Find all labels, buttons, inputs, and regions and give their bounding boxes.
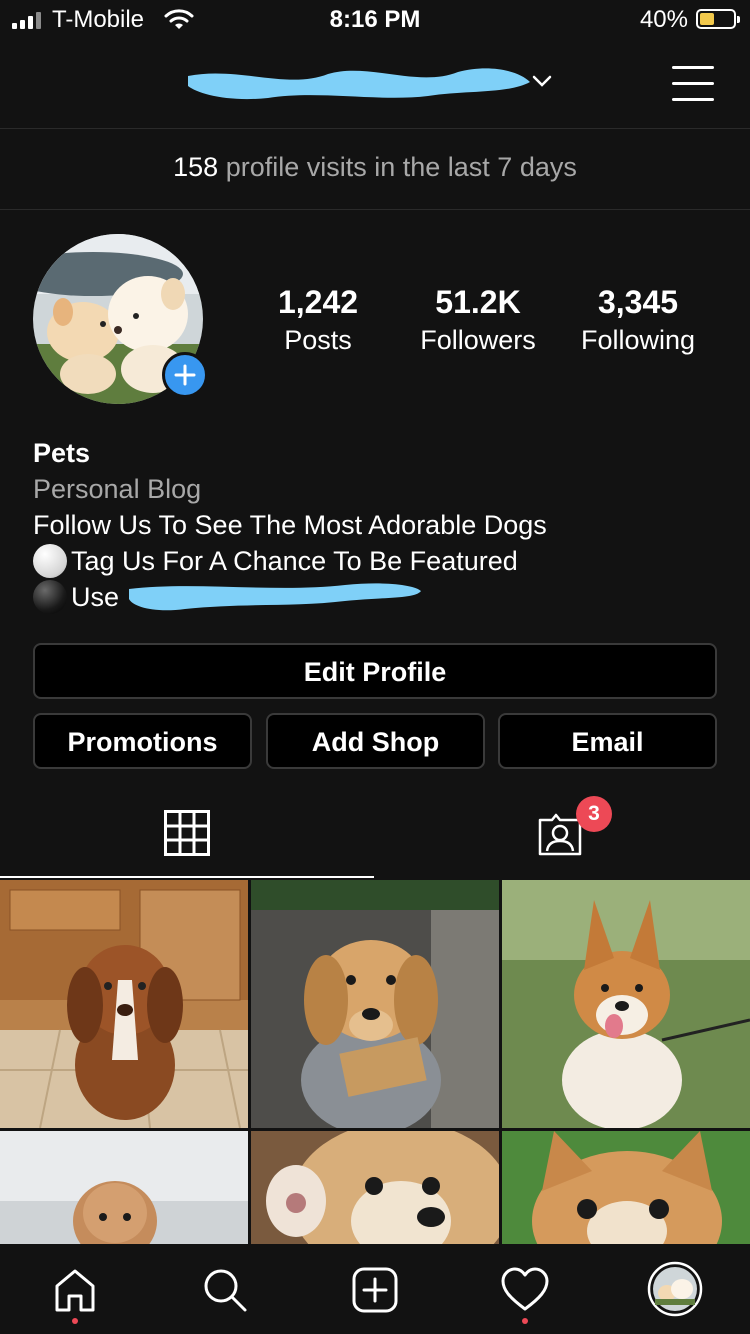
status-bar: T-Mobile 8:16 PM 40% (0, 0, 750, 40)
grid-post[interactable] (0, 880, 248, 1128)
add-story-button[interactable] (162, 352, 208, 398)
nav-activity[interactable] (450, 1244, 600, 1334)
grid-post[interactable] (251, 880, 499, 1128)
plus-icon (174, 364, 196, 386)
heart-icon (501, 1267, 549, 1311)
photo-grid (0, 880, 750, 1244)
clock: 8:16 PM (329, 6, 421, 33)
following-label: Following (580, 325, 696, 355)
grid-post[interactable] (0, 1131, 248, 1244)
visits-text: profile visits in the last 7 days (218, 152, 577, 182)
posts-stat[interactable]: 1,242 Posts (233, 282, 403, 358)
nav-profile[interactable] (600, 1244, 750, 1334)
grid-icon (164, 810, 210, 856)
home-notification-dot (72, 1318, 78, 1324)
new-post-icon (352, 1267, 398, 1313)
grid-post[interactable] (502, 880, 750, 1128)
tab-grid[interactable] (0, 790, 374, 878)
bio-line-3-text: Use (71, 582, 120, 612)
profile-visits-banner[interactable]: 158 profile visits in the last 7 days (0, 129, 750, 210)
posts-label: Posts (284, 325, 352, 355)
visits-count: 158 (173, 152, 219, 182)
profile-avatar (647, 1261, 703, 1317)
activity-notification-dot (522, 1318, 528, 1324)
account-switch-chevron-icon[interactable] (532, 74, 552, 88)
hashtag-redaction[interactable] (125, 577, 425, 617)
tagged-notification-badge: 3 (576, 796, 612, 832)
battery-percent: 40% (639, 6, 688, 33)
hamburger-icon[interactable] (672, 64, 714, 104)
battery-icon (696, 9, 740, 29)
home-icon (55, 1269, 95, 1312)
edit-profile-button[interactable]: Edit Profile (33, 643, 717, 699)
tab-tagged[interactable] (376, 790, 750, 878)
bottom-tab-bar (0, 1244, 750, 1334)
bio-line-3: Use (33, 579, 733, 615)
followers-count: 51.2K (435, 284, 521, 320)
bio-line-1: Follow Us To See The Most Adorable Dogs (33, 510, 547, 540)
followers-stat[interactable]: 51.2K Followers (393, 282, 563, 358)
following-count: 3,345 (597, 284, 679, 320)
bio-line-2: Tag Us For A Chance To Be Featured (33, 543, 733, 579)
black-circle-emoji (33, 579, 67, 614)
profile-name: Pets (33, 438, 91, 468)
profile-header (0, 40, 750, 129)
search-icon (204, 1269, 247, 1312)
nav-new-post[interactable] (300, 1244, 450, 1334)
profile-bio: Pets Personal Blog Follow Us To See The … (33, 435, 733, 615)
username-redaction[interactable] (178, 60, 538, 104)
profile-category: Personal Blog (33, 474, 202, 504)
add-shop-button[interactable]: Add Shop (266, 713, 485, 769)
grid-post[interactable] (251, 1131, 499, 1244)
followers-label: Followers (420, 325, 536, 355)
posts-count: 1,242 (277, 284, 359, 320)
nav-home[interactable] (0, 1244, 150, 1334)
grid-post[interactable] (502, 1131, 750, 1244)
nav-search[interactable] (150, 1244, 300, 1334)
following-stat[interactable]: 3,345 Following (553, 282, 723, 358)
bio-line-2-text: Tag Us For A Chance To Be Featured (71, 546, 518, 576)
profile-tabs (0, 790, 750, 878)
email-button[interactable]: Email (498, 713, 717, 769)
white-circle-emoji (33, 543, 67, 578)
promotions-button[interactable]: Promotions (33, 713, 252, 769)
